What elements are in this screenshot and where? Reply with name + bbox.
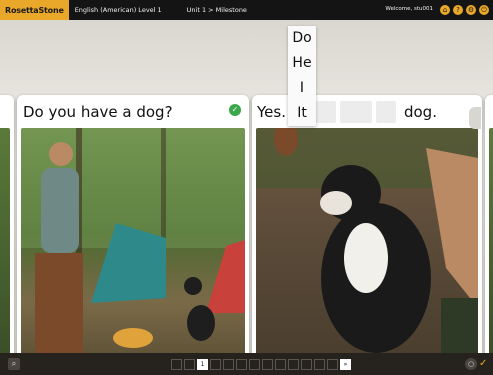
answer-prefix: Yes. (257, 102, 286, 121)
welcome-text: Welcome, stu001 (385, 6, 433, 12)
page-dot[interactable] (288, 358, 299, 370)
page-dot[interactable] (301, 358, 312, 370)
page-dot[interactable] (184, 358, 195, 370)
answer-sentence: Yes. dog. (252, 95, 482, 128)
answer-blank-1[interactable] (315, 100, 336, 123)
page-indicator: 1 » (170, 358, 352, 370)
page-dot[interactable] (210, 358, 221, 370)
answer-blank-3[interactable] (375, 100, 396, 123)
question-text: Do you have a dog? (23, 102, 173, 121)
next-panel[interactable] (485, 95, 493, 363)
checkmark-icon: ✓ (229, 104, 241, 116)
activity-stage: Do you have a dog? ✓ Yes. dog. (0, 20, 493, 363)
previous-panel[interactable] (0, 95, 14, 363)
exit-icon[interactable]: ⏻ (479, 5, 489, 15)
top-bar: RosettaStone English (American) Level 1 … (0, 0, 493, 20)
help-icon[interactable]: ? (453, 5, 463, 15)
next-page-button[interactable]: » (340, 358, 351, 370)
page-dot[interactable] (236, 358, 247, 370)
word-choice-dropdown[interactable]: Do He I It (288, 26, 316, 126)
course-title: English (American) Level 1 (74, 6, 162, 14)
current-page[interactable]: 1 (197, 358, 208, 370)
option-do[interactable]: Do (288, 26, 316, 51)
next-photo (489, 128, 493, 359)
option-it[interactable]: It (288, 101, 316, 126)
previous-photo (0, 128, 10, 359)
page-dot[interactable] (262, 358, 273, 370)
settings-icon[interactable]: ⚙ (466, 5, 476, 15)
page-dot[interactable] (171, 358, 182, 370)
question-text-row: Do you have a dog? (17, 95, 249, 128)
page-dot[interactable] (223, 358, 234, 370)
photo-illustration (21, 128, 245, 353)
panel-edge-tab[interactable] (469, 107, 481, 129)
check-icon[interactable]: ✓ (479, 358, 490, 370)
option-he[interactable]: He (288, 51, 316, 76)
question-panel: Do you have a dog? ✓ (17, 95, 249, 363)
page-dot[interactable] (314, 358, 325, 370)
rosetta-stone-logo: RosettaStone (0, 0, 69, 20)
answer-suffix: dog. (403, 102, 437, 121)
dog-photo (256, 128, 478, 359)
breadcrumb: Unit 1 > Milestone (186, 6, 247, 14)
page-dot[interactable] (327, 358, 338, 370)
page-dot[interactable] (249, 358, 260, 370)
home-icon[interactable]: ⌂ (440, 5, 450, 15)
dog-illustration (256, 128, 478, 359)
options-icon[interactable]: ○ (465, 358, 477, 370)
bottom-bar: ⌕ 1 » ○ ✓ (0, 353, 493, 375)
man-with-dog-photo (21, 128, 245, 359)
answer-panel: Yes. dog. (252, 95, 482, 363)
page-dot[interactable] (275, 358, 286, 370)
magnify-icon[interactable]: ⌕ (8, 358, 20, 370)
option-i[interactable]: I (288, 76, 316, 101)
answer-blank-2[interactable] (339, 100, 372, 123)
